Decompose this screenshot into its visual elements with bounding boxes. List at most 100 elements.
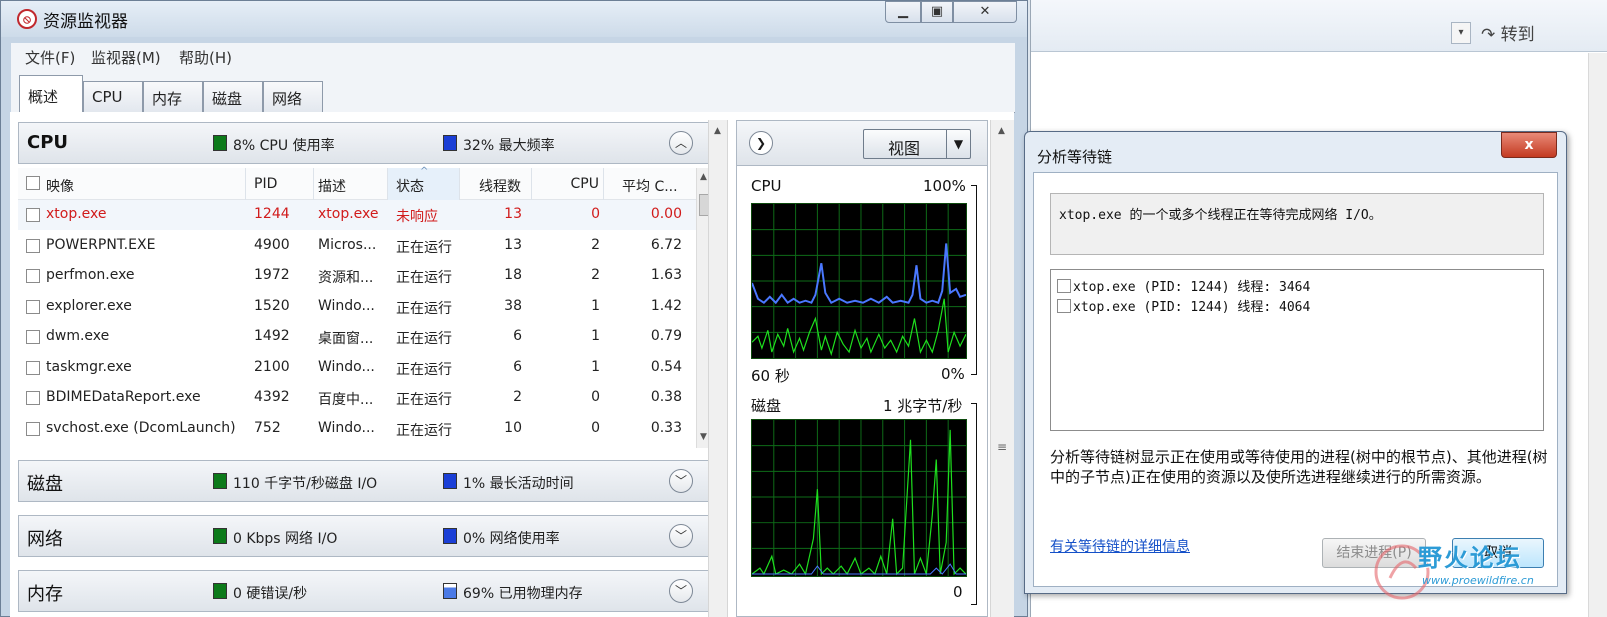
table-row[interactable]: perfmon.exe 1972 资源和... 正在运行 18 2 1.63 [18, 261, 696, 291]
table-row[interactable]: explorer.exe 1520 Windo... 正在运行 38 1 1.42 [18, 292, 696, 322]
tab-cpu[interactable]: CPU [83, 81, 143, 113]
wait-chain-help-link[interactable]: 有关等待链的详细信息 [1050, 536, 1190, 556]
row-checkbox[interactable] [26, 238, 40, 253]
row-threads: 2 [513, 389, 522, 405]
tab-memory[interactable]: 内存 [143, 81, 203, 113]
disk-section-header[interactable]: 磁盘 110 千字节/秒磁盘 I/O 1% 最长活动时间 ﹀ [18, 460, 713, 502]
column-average-cpu[interactable]: 平均 C... [608, 168, 696, 200]
row-threads: 10 [504, 419, 522, 436]
row-checkbox[interactable] [26, 208, 40, 222]
splitter-grip-icon[interactable]: ≡ [997, 440, 1007, 454]
tree-item-checkbox[interactable] [1057, 299, 1071, 313]
cpu-usage-text: 8% CPU 使用率 [233, 138, 335, 154]
column-status[interactable]: 状态 ^ [388, 166, 460, 200]
cpu-usage-indicator [213, 135, 227, 151]
row-average-cpu: 0.33 [650, 419, 682, 436]
disk-graph-title: 磁盘 [751, 397, 782, 415]
row-image: svchost.exe (DcomLaunch) [46, 419, 236, 436]
background-toolbar: ▾ ↷ 转到 [1031, 0, 1607, 52]
column-pid[interactable]: PID [254, 168, 314, 200]
table-row[interactable]: taskmgr.exe 2100 Windo... 正在运行 6 1 0.54 [18, 353, 696, 383]
cpu-graph-time-label: 60 秒 [751, 367, 790, 385]
network-section-header[interactable]: 网络 0 Kbps 网络 I/O 0% 网络使用率 ﹀ [18, 515, 713, 557]
row-cpu: 1 [591, 358, 600, 375]
tab-bar: 概述 CPU 内存 磁盘 网络 [11, 71, 1015, 114]
disk-active-time-text: 1% 最长活动时间 [463, 476, 574, 492]
row-pid: 1244 [254, 206, 290, 222]
row-checkbox[interactable] [26, 330, 40, 344]
column-description[interactable]: 描述 [318, 168, 388, 200]
address-dropdown-button[interactable]: ▾ [1451, 22, 1471, 44]
memory-section-header[interactable]: 内存 0 硬错误/秒 69% 已用物理内存 ﹀ [18, 570, 713, 612]
expand-memory-button[interactable]: ﹀ [669, 579, 693, 603]
cpu-graph-title: CPU [751, 177, 782, 195]
view-dropdown-arrow-icon[interactable]: ▼ [946, 130, 970, 158]
row-checkbox[interactable] [26, 360, 40, 375]
scroll-up-arrow-icon[interactable]: ▲ [700, 172, 707, 182]
menu-monitor[interactable]: 监视器(M) [91, 47, 161, 68]
row-description: 桌面窗... [318, 331, 374, 347]
table-header: 映像 PID 描述 状态 ^ 线程数 CPU 平均 C... [18, 166, 696, 200]
table-row[interactable]: POWERPNT.EXE 4900 Micros... 正在运行 13 2 6.72 [18, 231, 696, 261]
scroll-down-arrow-icon[interactable]: ▼ [700, 432, 707, 442]
minimize-button[interactable]: ▁ [885, 1, 921, 23]
expand-network-button[interactable]: ﹀ [669, 524, 693, 548]
goto-label: 转到 [1500, 25, 1535, 45]
maximize-button[interactable]: ▣ [921, 1, 953, 23]
disk-io-trace [752, 429, 966, 576]
row-checkbox[interactable] [26, 421, 40, 436]
tree-item[interactable]: xtop.exe (PID: 1244) 线程: 3464 [1057, 276, 1310, 295]
row-average-cpu: 0.00 [650, 206, 682, 222]
tab-disk[interactable]: 磁盘 [203, 81, 263, 113]
graph-panel-scrollbar[interactable]: ▲ ≡ [990, 120, 1014, 617]
analyze-wait-chain-dialog: 分析等待链 x xtop.exe 的一个或多个线程正在等待完成网络 I/O。 x… [1024, 131, 1567, 594]
close-button[interactable]: ✕ [953, 1, 1017, 23]
cpu-graph-min-label: 0% [941, 365, 965, 383]
cpu-section-title: CPU [27, 132, 69, 153]
goto-button[interactable]: ↷ 转到 [1481, 20, 1535, 45]
menu-help[interactable]: 帮助(H) [179, 47, 232, 68]
graph-scroll-up-icon[interactable]: ▲ [998, 126, 1005, 136]
tree-item-checkbox[interactable] [1057, 279, 1071, 293]
row-pid: 4900 [254, 236, 290, 253]
dialog-close-button[interactable]: x [1501, 132, 1557, 158]
cpu-graph-grid [752, 204, 966, 358]
expand-graph-pane-icon[interactable]: ❯ [749, 131, 773, 155]
tree-item[interactable]: xtop.exe (PID: 1244) 线程: 4064 [1057, 296, 1310, 315]
watermark-text: 野火论坛 [1418, 544, 1522, 572]
select-all-checkbox[interactable] [26, 176, 40, 190]
table-row[interactable]: svchost.exe (DcomLaunch) 752 Windo... 正在运行 1… [18, 414, 696, 444]
view-button[interactable]: 视图 ▼ [863, 129, 971, 159]
expand-disk-button[interactable]: ﹀ [669, 469, 693, 493]
table-row[interactable]: xtop.exe 1244 xtop.exe 未响应 13 0 0.00 [18, 200, 696, 230]
tab-overview[interactable]: 概述 [19, 75, 83, 114]
collapse-cpu-button[interactable]: ︿ [669, 131, 693, 155]
row-checkbox[interactable] [26, 299, 40, 314]
column-cpu[interactable]: CPU [532, 168, 604, 200]
row-checkbox[interactable] [26, 391, 40, 405]
row-description: Windo... [318, 297, 375, 314]
column-image[interactable]: 映像 [46, 168, 246, 200]
left-panel-scrollbar[interactable]: ▲ [708, 120, 728, 617]
table-row[interactable]: BDIMEDataReport.exe 4392 百度中... 正在运行 2 0 0.38 [18, 383, 696, 413]
table-row[interactable]: dwm.exe 1492 桌面窗... 正在运行 6 1 0.79 [18, 322, 696, 352]
row-average-cpu: 6.72 [650, 236, 682, 253]
row-threads: 6 [513, 358, 522, 375]
tab-network[interactable]: 网络 [263, 81, 323, 113]
cpu-section-header[interactable]: CPU 8% CPU 使用率 32% 最大频率 ︿ [18, 122, 713, 164]
title-bar[interactable]: ⦸ 资源监视器 ▁ ▣ ✕ [1, 1, 1027, 37]
row-checkbox[interactable] [26, 269, 40, 283]
view-label: 视图 [887, 139, 920, 158]
network-usage-indicator [443, 528, 457, 544]
window-title: 资源监视器 [43, 12, 128, 32]
tree-item-label: xtop.exe (PID: 1244) 线程: 4064 [1073, 300, 1311, 315]
menu-file[interactable]: 文件(F) [25, 47, 75, 68]
cpu-graph-scale-bracket [971, 185, 977, 375]
row-image: explorer.exe [46, 297, 132, 314]
background-scrollbar[interactable] [1588, 53, 1607, 617]
row-description: Windo... [318, 358, 375, 375]
row-description: Windo... [318, 419, 375, 436]
row-average-cpu: 0.79 [650, 328, 682, 344]
left-panel-scroll-up-icon[interactable]: ▲ [714, 126, 721, 136]
column-threads[interactable]: 线程数 [460, 168, 532, 200]
